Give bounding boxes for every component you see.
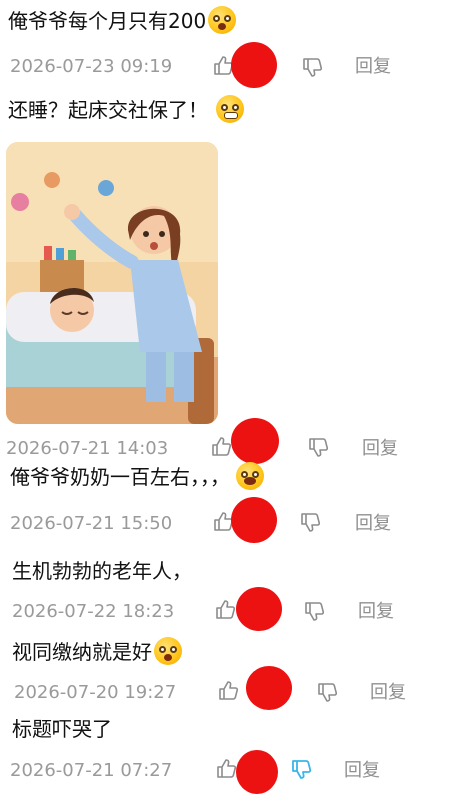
grimace-emoji-icon (216, 95, 244, 123)
dislike-icon[interactable] (315, 680, 339, 704)
dislike-icon-active[interactable] (289, 757, 313, 781)
redacted-like-count (236, 587, 282, 631)
sleeping-child-illustration (6, 142, 218, 424)
surprised-emoji-icon (154, 637, 182, 665)
comment-2-time: 2026-07-21 14:03 (6, 438, 169, 459)
reply-button[interactable]: 回复 (362, 437, 398, 461)
redacted-like-count (231, 497, 277, 543)
comment-1-time: 2026-07-23 09:19 (10, 56, 173, 77)
redacted-like-count (236, 750, 278, 794)
dislike-icon[interactable] (306, 435, 330, 459)
comment-6-text: 标题吓哭了 (12, 717, 112, 741)
redacted-like-count (231, 418, 279, 464)
comment-3-time: 2026-07-21 15:50 (10, 513, 173, 534)
comment-image[interactable] (6, 142, 218, 424)
redacted-like-count (246, 666, 292, 710)
comment-text: 俺爷爷奶奶一百左右，，， (10, 465, 230, 489)
comment-4-time: 2026-07-22 18:23 (12, 601, 175, 622)
surprised-emoji-icon (208, 6, 237, 34)
like-icon[interactable] (216, 679, 240, 703)
redacted-like-count (231, 42, 277, 88)
comment-text: 俺爷爷每个月只有200 (8, 9, 207, 33)
comment-thread: 俺爷爷每个月只有200 2026-07-23 09:19 回复 还睡？起床交社保… (0, 0, 462, 800)
comment-3-text: 俺爷爷奶奶一百左右，，， (10, 462, 264, 491)
dislike-icon[interactable] (302, 599, 326, 623)
comment-text: 视同缴纳就是好 (12, 640, 152, 664)
reply-button[interactable]: 回复 (344, 759, 380, 783)
reply-button[interactable]: 回复 (355, 512, 391, 536)
laughing-crying-emoji-icon (236, 462, 264, 490)
comment-2-text: 还睡？起床交社保了！ (8, 95, 244, 124)
comment-6-time: 2026-07-21 07:27 (10, 760, 173, 781)
reply-button[interactable]: 回复 (370, 681, 406, 705)
like-icon[interactable] (214, 757, 238, 781)
comment-4-text: 生机勃勃的老年人， (12, 559, 192, 583)
reply-button[interactable]: 回复 (358, 600, 394, 624)
dislike-icon[interactable] (298, 510, 322, 534)
comment-text: 还睡？起床交社保了！ (8, 98, 208, 122)
dislike-icon[interactable] (300, 55, 324, 79)
reply-button[interactable]: 回复 (355, 55, 391, 79)
comment-5-text: 视同缴纳就是好 (12, 637, 182, 666)
like-icon[interactable] (209, 435, 233, 459)
comment-1-text: 俺爷爷每个月只有200 (8, 6, 237, 35)
like-icon[interactable] (213, 598, 237, 622)
comment-5-time: 2026-07-20 19:27 (14, 682, 177, 703)
